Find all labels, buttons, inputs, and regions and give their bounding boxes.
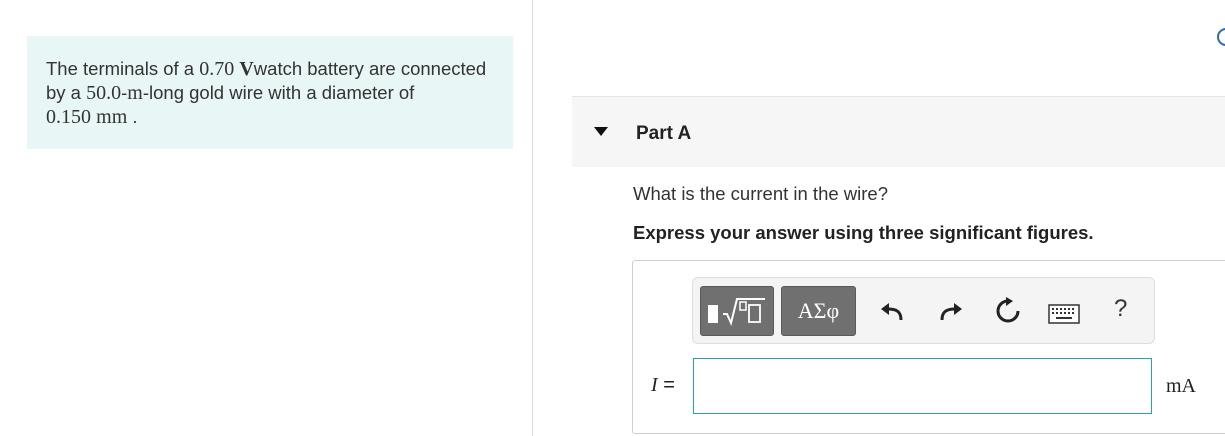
diameter-value: 0.150 [46, 106, 91, 128]
column-divider [532, 0, 533, 436]
question-text: What is the current in the wire? [633, 183, 888, 204]
reset-icon[interactable] [993, 296, 1023, 326]
diameter-unit: mm [96, 106, 128, 128]
help-icon[interactable]: ? [1114, 295, 1127, 323]
answer-input[interactable] [693, 358, 1152, 414]
collapse-caret-icon[interactable] [594, 127, 608, 136]
undo-icon[interactable] [879, 298, 905, 324]
length-unit: m [127, 82, 143, 104]
voltage-value: 0.70 [199, 58, 235, 80]
keyboard-icon[interactable] [1048, 304, 1080, 324]
part-a-header[interactable]: Part A [572, 96, 1225, 167]
math-toolbar: ΑΣφ ? [692, 277, 1155, 344]
answer-unit: mA [1166, 375, 1196, 397]
problem-statement: The terminals of a 0.70 Vwatch battery a… [27, 36, 513, 149]
problem-text-3: -long gold wire with a diameter of [142, 82, 415, 103]
problem-text-4: . [127, 106, 138, 127]
greek-symbols-button[interactable]: ΑΣφ [781, 286, 856, 336]
instruction-text: Express your answer using three signific… [633, 222, 1094, 243]
redo-icon[interactable] [938, 298, 964, 324]
part-title: Part A [636, 123, 692, 144]
templates-icon [708, 298, 765, 327]
answer-variable-label: I = [651, 374, 675, 396]
voltage-unit: V [239, 58, 254, 80]
timer-icon[interactable] [1217, 28, 1225, 46]
length-value: 50.0 [86, 82, 122, 104]
problem-text-1: The terminals of a [46, 58, 200, 79]
templates-button[interactable] [700, 286, 774, 336]
